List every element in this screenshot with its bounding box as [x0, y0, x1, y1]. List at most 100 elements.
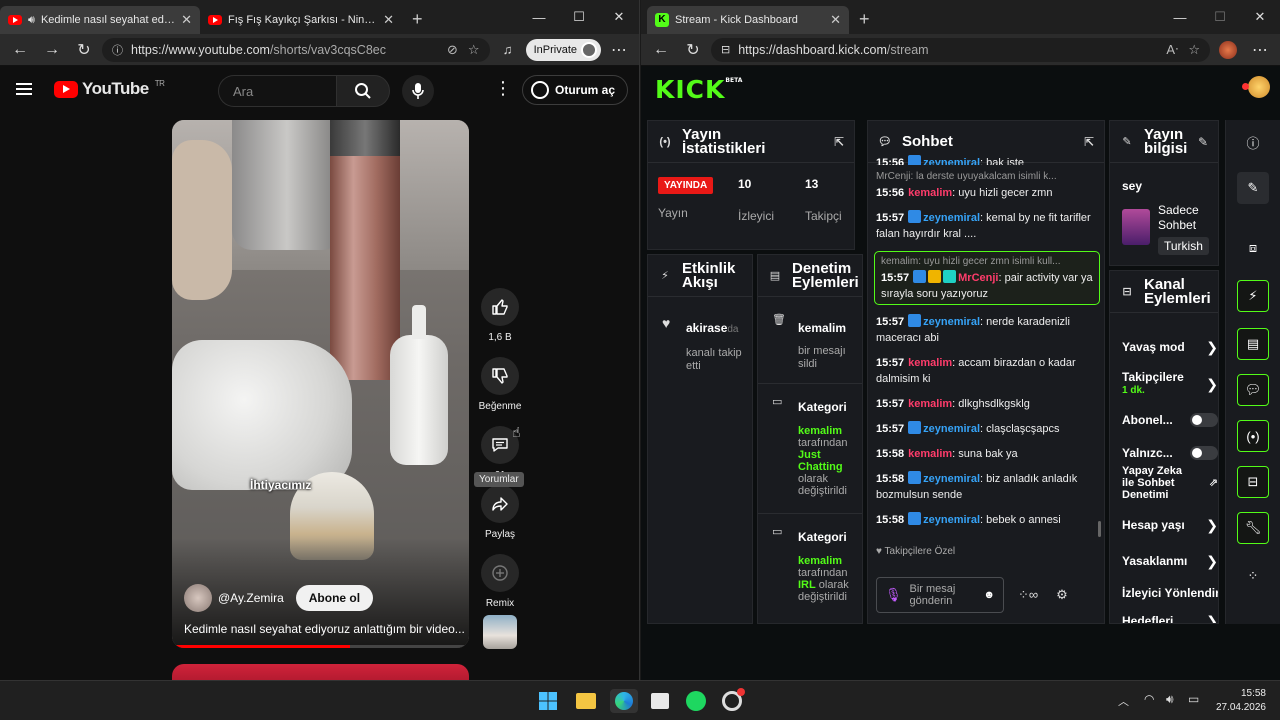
profile-avatar[interactable] [1214, 36, 1242, 64]
reply-preview[interactable]: MrCenji: la derste uyuyakalcam isimli k.… [876, 169, 1098, 185]
reload-button[interactable]: ↻ [70, 36, 98, 64]
reload-button[interactable]: ↻ [679, 36, 707, 64]
battery-icon[interactable]: ▭ [1188, 692, 1199, 706]
url-field[interactable]: ⊟ https://dashboard.kick.com/stream Aᐧ ☆ [711, 37, 1210, 62]
store-icon[interactable] [648, 689, 672, 713]
chat-message[interactable]: 15:58🎙︎kemalim: suna bak ya [876, 446, 1098, 462]
url-field[interactable]: ⓘ https://www.youtube.com/shorts/vav3cqs… [102, 37, 490, 62]
mod-user[interactable]: kemalim [798, 321, 858, 335]
moderation-icon[interactable]: ⊟ [1237, 466, 1269, 498]
like-button[interactable] [481, 288, 519, 326]
reply-preview[interactable]: kemalim: uyu hizli gecer zmn isimli kull… [881, 254, 1093, 270]
kick-logo[interactable]: KICKBETA [655, 75, 742, 104]
mod-by[interactable]: kemalim [798, 425, 858, 437]
file-explorer-icon[interactable] [574, 689, 598, 713]
tab-youtube-short[interactable]: 🔊︎ Kedimle nasıl seyahat ediyoruz ✕ [0, 6, 200, 34]
event-user[interactable]: akirase [686, 321, 727, 335]
remix-button[interactable] [481, 554, 519, 592]
edge-browser-icon[interactable] [610, 689, 638, 713]
chat-message[interactable]: kemalim: uyu hizli gecer zmn isimli kull… [874, 251, 1100, 305]
activity-bolt-icon[interactable]: ⚡︎ [1237, 280, 1269, 312]
msg-user[interactable]: zeynemiral [923, 212, 980, 224]
wifi-icon[interactable]: ◠ [1144, 692, 1154, 706]
dislike-button[interactable] [481, 357, 519, 395]
new-tab-button[interactable]: + [402, 9, 433, 30]
sign-in-button[interactable]: Oturum aç [522, 75, 629, 105]
channel-name[interactable]: @Ay.Zemira [218, 591, 284, 605]
browser-menu-icon[interactable]: ⋯ [1246, 36, 1274, 64]
msg-user[interactable]: zeynemiral [923, 514, 980, 526]
emoji-icon[interactable]: ☻ [983, 589, 995, 601]
browser-menu-icon[interactable]: ⋯ [605, 36, 633, 64]
msg-user[interactable]: zeynemiral [923, 157, 980, 165]
edit-icon[interactable]: ✎ [1198, 135, 1208, 149]
msg-user[interactable]: zeynemiral [923, 316, 980, 328]
new-tab-button[interactable]: + [849, 9, 880, 30]
channel-avatar[interactable] [184, 584, 212, 612]
category-name[interactable]: Sadece Sohbet [1158, 203, 1218, 233]
show-hidden-icons[interactable]: ︿ [1118, 693, 1129, 709]
more-widgets-icon[interactable]: ⁘ [1237, 560, 1269, 592]
broadcast-icon[interactable]: (•) [1237, 420, 1269, 452]
progress-bar[interactable] [172, 645, 469, 648]
emote-only-row[interactable]: Yalnızc... [1122, 446, 1218, 460]
msg-user[interactable]: kemalim [908, 448, 952, 460]
chat-message[interactable]: 15:57 zeynemiral: nerde karadenizli macer… [876, 314, 1098, 346]
msg-user[interactable]: kemalim [908, 187, 952, 199]
chat-message[interactable]: 15:58 zeynemiral: biz anladık anladık boz… [876, 471, 1098, 503]
ai-moderation-row[interactable]: Yapay Zeka ile Sohbet Denetimi ⇗ [1122, 465, 1218, 501]
slow-mode-row[interactable]: Yavaş mod ❯ [1122, 340, 1218, 354]
edit-pencil-icon[interactable]: ✎ [1237, 172, 1269, 204]
youtube-logo[interactable]: YouTube TR [54, 79, 165, 99]
spotify-icon[interactable] [684, 689, 708, 713]
favorite-star-icon[interactable]: ☆ [468, 42, 480, 58]
tracking-icon[interactable]: ⊘ [447, 42, 458, 58]
chat-input[interactable]: 🎙︎ Bir mesaj gönderin ☻ [876, 577, 1004, 613]
mod-by[interactable]: kemalim [798, 555, 858, 567]
banned-words-row[interactable]: Yasaklanmı ❯ [1122, 554, 1218, 568]
msg-user[interactable]: MrCenji [958, 272, 998, 284]
lock-icon[interactable]: ⊟ [721, 43, 730, 56]
followers-only-row[interactable]: Takipçilere 1 dk. ❯ [1122, 371, 1218, 397]
volume-icon[interactable]: 🔊︎ [1166, 692, 1174, 707]
short-video-player[interactable]: İhtiyacımız @Ay.Zemira Abone ol Kedimle … [172, 120, 469, 648]
wrench-icon[interactable]: 🔧︎ [1237, 512, 1269, 544]
chat-icon[interactable]: 💬︎ [1237, 374, 1269, 406]
subscribers-only-toggle[interactable] [1190, 413, 1218, 427]
close-window-button[interactable]: ✕ [1240, 0, 1280, 34]
notes-icon[interactable]: ▤ [1237, 328, 1269, 360]
close-tab-icon[interactable]: ✕ [830, 12, 841, 28]
msg-user[interactable]: kemalim [908, 398, 952, 410]
clock[interactable]: 15:58 27.04.2026 [1216, 687, 1266, 715]
chat-message[interactable]: 15:57🎙︎kemalim: dlkghsdlkgsklg [876, 396, 1098, 412]
tab-kick-dashboard[interactable]: K Stream - Kick Dashboard ✕ [647, 6, 849, 34]
back-button[interactable]: ← [647, 36, 675, 64]
search-input[interactable] [218, 75, 336, 107]
minimize-button[interactable]: — [519, 0, 559, 34]
voice-search-button[interactable] [402, 75, 434, 107]
chat-message[interactable]: MrCenji: la derste uyuyakalcam isimli k.… [876, 169, 1098, 201]
viewer-redirect-row[interactable]: İzleyici Yönlendir [1122, 587, 1218, 599]
user-avatar[interactable] [1242, 76, 1270, 98]
subscribers-only-row[interactable]: Abonel... [1122, 413, 1218, 427]
msg-user[interactable]: kemalim [908, 357, 952, 369]
remix-thumbnail[interactable] [483, 615, 517, 649]
more-options-icon[interactable]: ⋮ [494, 78, 512, 99]
share-button[interactable] [481, 485, 519, 523]
maximize-button[interactable]: ☐ [559, 0, 599, 34]
chat-message-list[interactable]: 15:56 zeynemiral: bak işte MrCenji: la de… [874, 155, 1100, 537]
emote-only-toggle[interactable] [1190, 446, 1218, 460]
chat-message[interactable]: 15:57 zeynemiral: kemal by ne fit tarifle… [876, 210, 1098, 242]
close-window-button[interactable]: ✕ [599, 0, 639, 34]
back-button[interactable]: ← [6, 36, 34, 64]
short-title[interactable]: Kedimle nasıl seyahat ediyoruz anlattığı… [184, 622, 465, 636]
chat-message[interactable]: 15:57🎙︎kemalim: accam birazdan o kadar d… [876, 355, 1098, 387]
info-icon[interactable]: ⓘ [1237, 126, 1269, 158]
popout-icon[interactable]: ⇱ [1084, 135, 1094, 149]
chat-message[interactable]: 15:58 zeynemiral: bebek o annesi [876, 512, 1098, 528]
search-button[interactable] [336, 75, 390, 107]
close-tab-icon[interactable]: ✕ [383, 12, 394, 28]
forward-button[interactable]: → [38, 36, 66, 64]
favorite-star-icon[interactable]: ☆ [1188, 42, 1200, 58]
media-control-icon[interactable]: ♫ [494, 36, 522, 64]
